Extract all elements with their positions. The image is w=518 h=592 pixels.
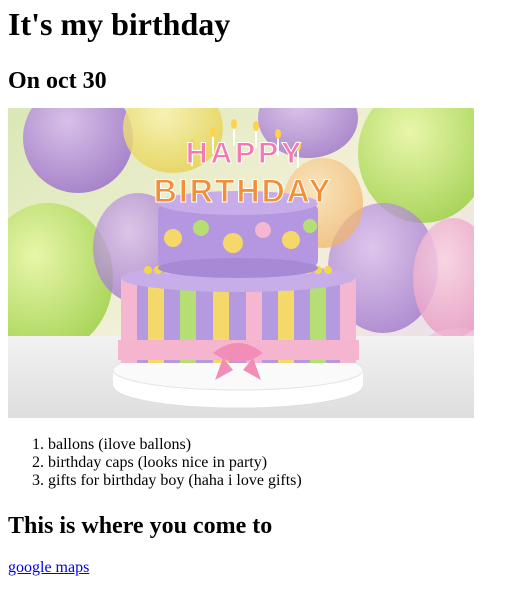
page-title: It's my birthday bbox=[8, 6, 231, 42]
cake-topper-happy: HAPPY bbox=[186, 137, 304, 170]
list-item: gifts for birthday boy (haha i love gift… bbox=[48, 472, 510, 490]
location-heading: This is where you come to bbox=[8, 513, 273, 539]
google-maps-link[interactable]: google maps bbox=[8, 559, 89, 577]
birthday-cake-image: HAPPY BIRTHDAY bbox=[8, 108, 474, 418]
list-item: birthday caps (looks nice in party) bbox=[48, 454, 510, 472]
list-item: ballons (ilove ballons) bbox=[48, 436, 510, 454]
page-content: It's my birthday On oct 30 HAPPY BIRTHDA… bbox=[0, 0, 518, 577]
date-heading: On oct 30 bbox=[8, 68, 107, 94]
gift-list: ballons (ilove ballons) birthday caps (l… bbox=[8, 436, 510, 490]
cake-topper-birthday: BIRTHDAY bbox=[154, 173, 332, 209]
